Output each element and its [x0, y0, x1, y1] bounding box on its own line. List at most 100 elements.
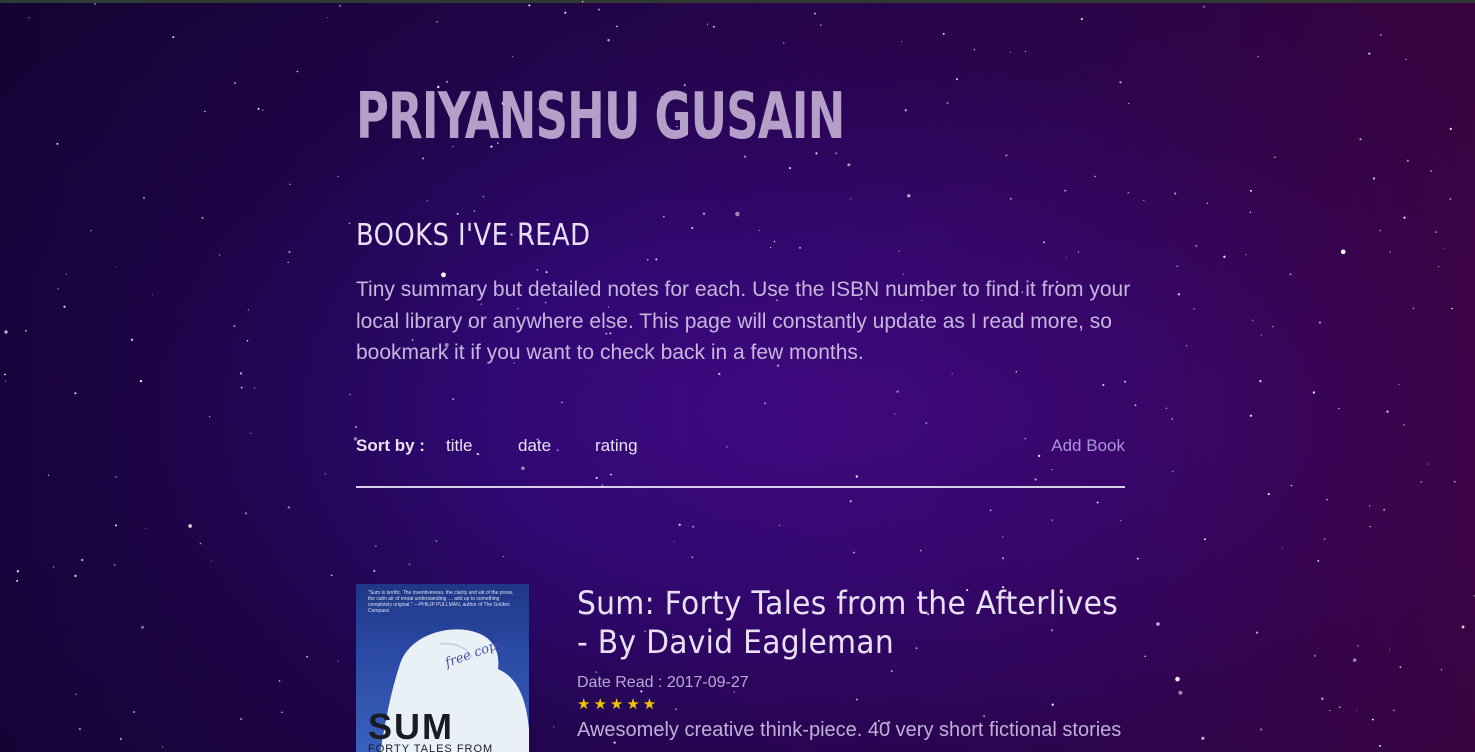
star: [1249, 414, 1253, 417]
star: [1449, 198, 1452, 200]
cover-blurb: "Sum is terrific. The inventiveness, the…: [368, 590, 514, 614]
star: [553, 726, 555, 728]
star: [115, 476, 117, 478]
star: [1051, 519, 1054, 521]
star: [287, 261, 289, 264]
book-title[interactable]: Sum: Forty Tales from the Afterlives - B…: [577, 584, 1125, 662]
star: [1289, 273, 1292, 276]
star: [646, 258, 649, 261]
star: [1368, 52, 1371, 55]
star: [1371, 718, 1374, 721]
star: [296, 70, 299, 73]
star: [244, 512, 248, 515]
star: [1171, 470, 1174, 473]
star: [1379, 33, 1382, 37]
star: [528, 4, 531, 7]
star: [1002, 557, 1005, 560]
star: [257, 107, 260, 110]
star: [247, 309, 249, 311]
star: [1024, 50, 1026, 53]
star: [1127, 191, 1130, 194]
star: [113, 563, 116, 566]
star: [114, 524, 118, 527]
star: [706, 23, 709, 25]
star: [172, 36, 175, 39]
star: [78, 728, 81, 731]
sort-option-title[interactable]: title: [446, 436, 472, 456]
star: [655, 258, 658, 261]
star: [1369, 505, 1371, 507]
star: [1383, 508, 1386, 511]
star: [502, 555, 504, 557]
star: [691, 226, 694, 229]
star: [925, 422, 928, 425]
star: [769, 246, 772, 249]
star: [1143, 199, 1145, 202]
star: [218, 254, 221, 256]
star: [4, 373, 6, 376]
star: [339, 5, 341, 7]
star: [278, 680, 281, 682]
star: [691, 556, 693, 558]
star: [1356, 709, 1358, 711]
star: [1203, 538, 1206, 541]
star: [1372, 177, 1376, 180]
top-border: [0, 0, 1475, 3]
star: [849, 500, 852, 503]
star: [1015, 371, 1017, 373]
star: [1323, 538, 1326, 540]
star: [47, 474, 50, 476]
book-cover-image[interactable]: "Sum is terrific. The inventiveness, the…: [356, 584, 529, 752]
star: [63, 305, 66, 308]
star: [1144, 655, 1147, 658]
book-summary: Awesomely creative think-piece. 40 very …: [577, 719, 1122, 741]
star: [25, 329, 27, 332]
star: [141, 625, 144, 629]
star: [847, 163, 851, 167]
star: [855, 475, 858, 478]
intro-text: Tiny summary but detailed notes for each…: [356, 278, 1131, 364]
star: [1313, 654, 1316, 657]
star: [788, 167, 792, 170]
sort-option-rating[interactable]: rating: [595, 436, 638, 456]
star: [773, 240, 776, 243]
star: [1352, 658, 1357, 662]
star: [330, 574, 333, 577]
star: [56, 142, 59, 145]
star: [798, 246, 802, 249]
star: [1102, 383, 1105, 387]
star: [65, 273, 67, 275]
star: [1134, 404, 1137, 407]
star: [1338, 706, 1341, 709]
star: [1267, 493, 1270, 496]
star: [1359, 138, 1362, 141]
star: [743, 155, 747, 158]
star: [536, 269, 539, 271]
star: [456, 212, 459, 215]
star: [1136, 557, 1139, 560]
star: [130, 338, 134, 341]
star: [1326, 499, 1328, 501]
star: [1338, 407, 1340, 410]
star: [52, 566, 55, 568]
divider: [356, 486, 1125, 488]
star: [1080, 17, 1083, 21]
star: [942, 32, 945, 35]
star: [673, 540, 675, 542]
star: [1128, 103, 1130, 105]
sort-option-date[interactable]: date: [518, 436, 551, 456]
star-rating: ★★★★★: [577, 695, 660, 713]
star: [337, 176, 339, 178]
star: [662, 215, 665, 218]
star: [4, 380, 7, 382]
star: [1249, 211, 1252, 214]
star: [1077, 251, 1080, 253]
star: [349, 393, 351, 396]
star: [408, 563, 411, 566]
star: [75, 693, 77, 695]
star: [1171, 418, 1174, 420]
star: [162, 746, 164, 748]
star: [1064, 189, 1067, 192]
add-book-link[interactable]: Add Book: [1051, 436, 1125, 456]
star: [1119, 81, 1122, 84]
